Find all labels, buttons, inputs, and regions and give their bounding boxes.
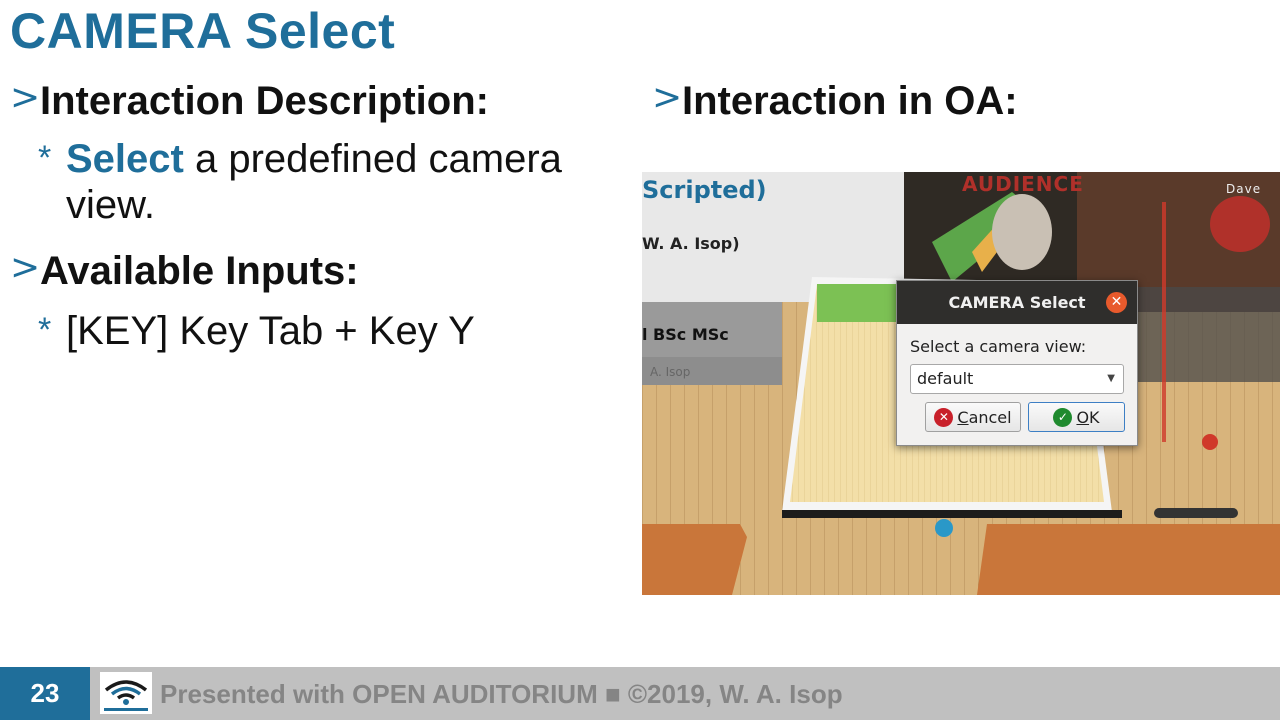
- bullet-marker: >: [652, 77, 683, 118]
- panel-degree-text: l BSc MSc: [642, 325, 729, 344]
- panel-name-text: A. Isop: [650, 365, 691, 379]
- panel-author-text: W. A. Isop): [642, 234, 740, 253]
- bullet-marker: >: [10, 247, 41, 288]
- cancel-label: Cancel: [957, 407, 1012, 427]
- dropdown-arrow-icon: ▼: [1107, 373, 1115, 384]
- footer-bar: 23 Presented with OPEN AUDITORIUM ■ ©201…: [0, 667, 1280, 720]
- user-name-label: Dave: [1226, 182, 1262, 196]
- audience-sign: AUDIENCE: [962, 172, 1084, 196]
- description-line1: a predefined camera: [194, 137, 562, 181]
- close-icon[interactable]: ✕: [1106, 292, 1127, 313]
- sub-bullet-marker: *: [38, 139, 52, 177]
- heading-interaction-in-oa: Interaction in OA:: [682, 79, 1018, 123]
- slide-title: CAMERA Select: [10, 3, 396, 59]
- bullet-interaction-description: > Interaction Description:: [10, 78, 489, 124]
- dialog-titlebar: CAMERA Select ✕: [897, 281, 1137, 324]
- bullet-interaction-in-oa: > Interaction in OA:: [652, 78, 1018, 124]
- bullet-input-keys: * [KEY] Key Tab + Key Y: [38, 308, 475, 354]
- bullet-available-inputs: > Available Inputs:: [10, 248, 359, 294]
- oa-screenshot: Scripted) W. A. Isop) l BSc MSc A. Isop …: [642, 172, 1280, 595]
- dialog-title: CAMERA Select: [948, 293, 1086, 312]
- open-auditorium-logo-icon: [100, 672, 152, 714]
- description-text: Select a predefined camera view.: [66, 136, 562, 228]
- heading-interaction-description: Interaction Description:: [40, 79, 489, 123]
- ok-label: OK: [1076, 407, 1100, 427]
- camera-view-label: Select a camera view:: [910, 337, 1087, 356]
- checkmark-icon: ✓: [1053, 407, 1073, 427]
- description-line2: view.: [66, 183, 155, 227]
- footer-credit: Presented with OPEN AUDITORIUM ■ ©2019, …: [160, 679, 843, 709]
- bullet-description-text: * Select a predefined camera view.: [38, 136, 618, 228]
- bullet-marker: >: [10, 77, 41, 118]
- camera-view-select[interactable]: default ▼: [910, 364, 1124, 394]
- description-highlight: Select: [66, 137, 184, 181]
- panel-title-text: Scripted): [642, 176, 767, 204]
- sub-bullet-marker: *: [38, 311, 52, 349]
- ok-button[interactable]: ✓ OK: [1028, 402, 1125, 432]
- cancel-button[interactable]: ✕ Cancel: [925, 402, 1021, 432]
- page-number: 23: [0, 667, 90, 720]
- camera-select-dialog: CAMERA Select ✕ Select a camera view: de…: [896, 280, 1138, 446]
- heading-available-inputs: Available Inputs:: [40, 249, 359, 293]
- cancel-icon: ✕: [934, 407, 954, 427]
- input-keys-text: [KEY] Key Tab + Key Y: [66, 309, 475, 353]
- camera-view-value: default: [917, 369, 974, 388]
